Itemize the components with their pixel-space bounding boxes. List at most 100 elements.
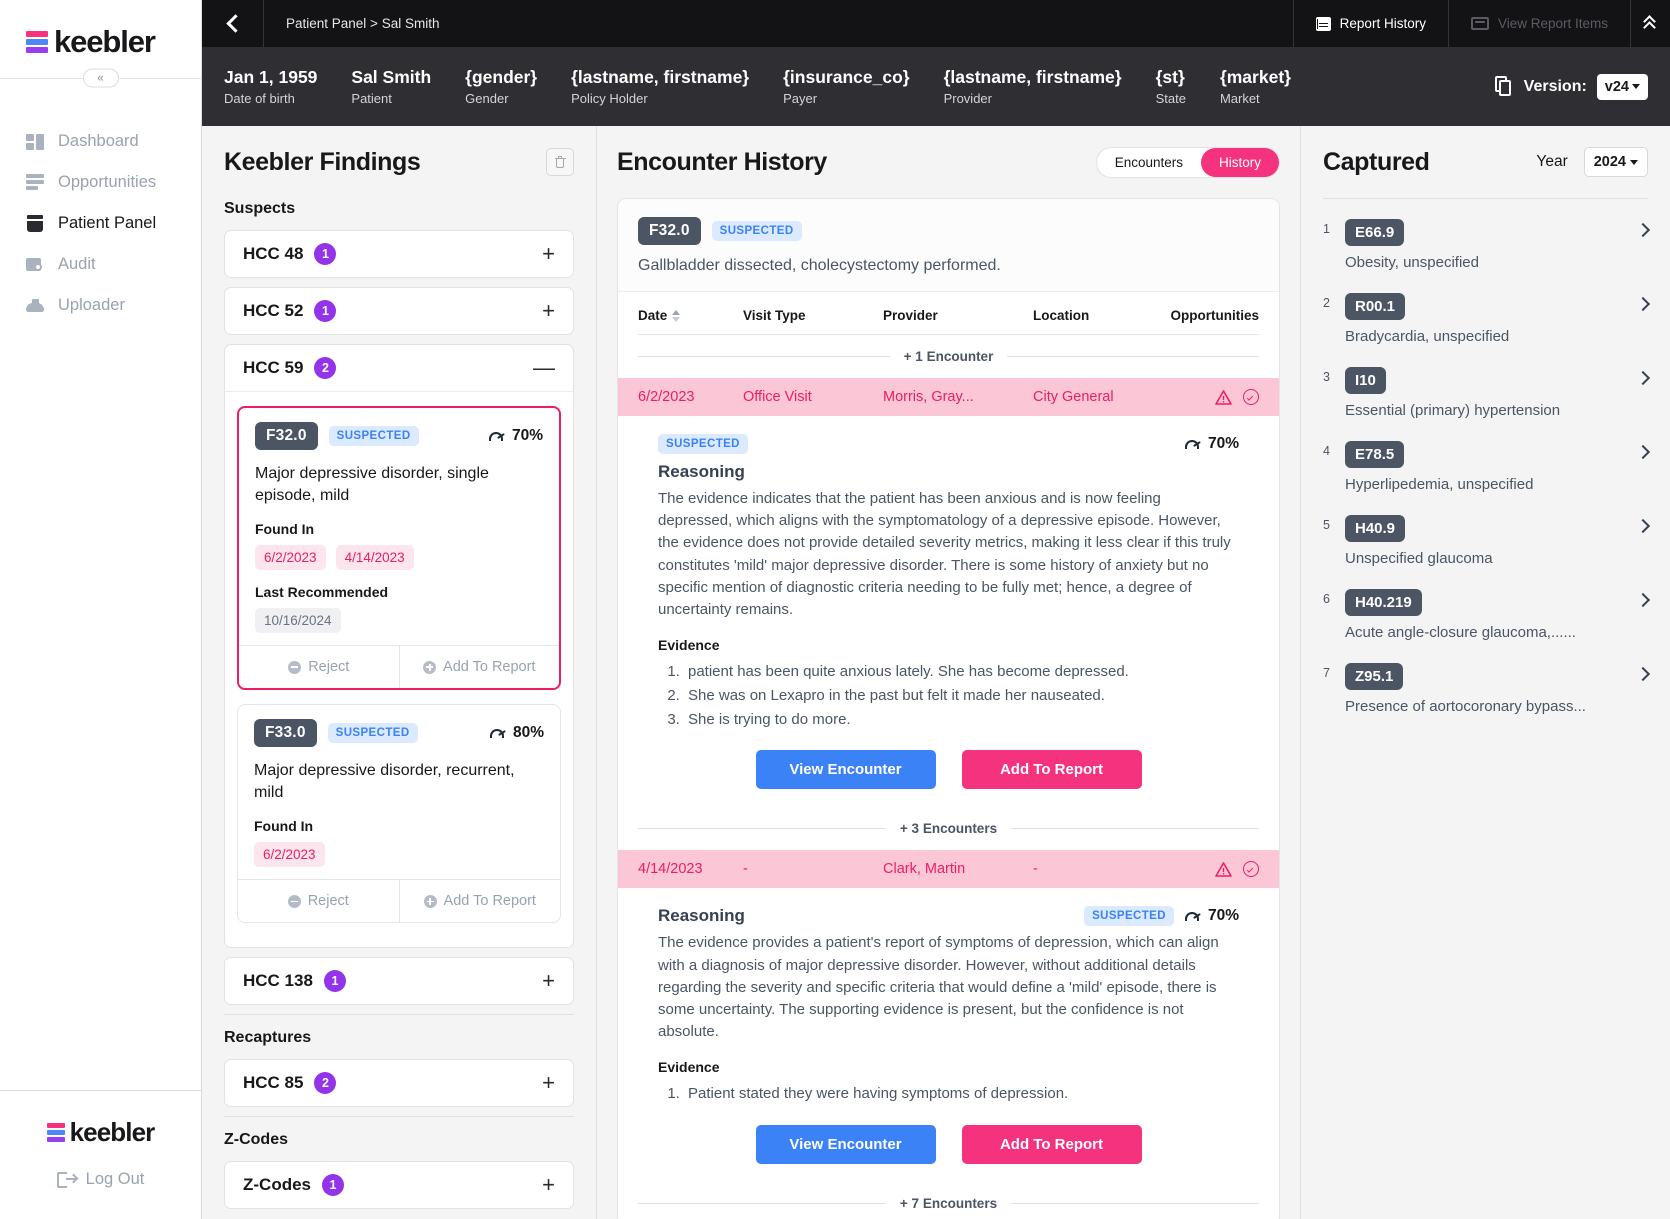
expand-toggle-icon[interactable]: + <box>542 1174 555 1196</box>
sidebar-item-dashboard[interactable]: Dashboard <box>0 121 201 162</box>
sidebar-item-patient-panel[interactable]: Patient Panel <box>0 203 201 244</box>
date-chip[interactable]: 4/14/2023 <box>335 545 414 571</box>
cell-date: 4/14/2023 <box>638 861 703 878</box>
sidebar-divider: « <box>0 68 201 88</box>
finding-card-f33[interactable]: F33.0 SUSPECTED 80% Major depressive dis… <box>237 704 561 924</box>
warning-triangle-icon[interactable] <box>1215 389 1232 405</box>
expand-item-button[interactable] <box>1626 219 1651 238</box>
expand-item-button[interactable] <box>1626 663 1651 682</box>
reasoning-status-row: SUSPECTED 70% <box>658 434 1239 454</box>
expand-item-button[interactable] <box>1626 589 1651 608</box>
keebler-findings-panel: Keebler Findings Suspects HCC 48 1 + HCC… <box>202 126 597 1219</box>
table-row[interactable]: 4/14/2023 - Clark, Martin - <box>618 850 1279 889</box>
add-to-report-button[interactable]: Add To Report <box>961 750 1142 790</box>
column-header-visit-type: Visit Type <box>743 308 806 323</box>
sidebar-item-audit[interactable]: Audit <box>0 244 201 285</box>
list-item[interactable]: 4 E78.5 Hyperlipedemia, unspecified <box>1323 435 1651 509</box>
list-item[interactable]: 6 H40.219 Acute angle-closure glaucoma,.… <box>1323 583 1651 657</box>
hcc-name: HCC 138 <box>243 971 313 991</box>
list-item[interactable]: 2 R00.1 Bradycardia, unspecified <box>1323 287 1651 361</box>
encounter-group-divider[interactable]: + 1 Encounter <box>638 335 1259 378</box>
confidence-value: 70% <box>1207 435 1239 452</box>
item-body: I10 Essential (primary) hypertension <box>1345 367 1626 419</box>
delete-findings-button[interactable] <box>546 148 574 176</box>
column-header-provider: Provider <box>883 308 938 323</box>
chevron-right-icon <box>1635 222 1651 238</box>
sidebar-item-opportunities[interactable]: Opportunities <box>0 162 201 203</box>
expand-item-button[interactable] <box>1626 293 1651 312</box>
field-value: {insurance_co} <box>783 67 910 88</box>
hcc-row-138[interactable]: HCC 138 1 + <box>224 957 574 1006</box>
expand-toggle-icon[interactable]: + <box>542 300 555 322</box>
hcc-row-52[interactable]: HCC 52 1 + <box>224 287 574 335</box>
add-to-report-button[interactable]: Add To Report <box>961 1125 1142 1165</box>
documents-icon <box>1494 76 1514 97</box>
evidence-list: patient has been quite anxious lately. S… <box>684 661 1239 730</box>
item-body: Z95.1 Presence of aortocoronary bypass..… <box>1345 663 1626 715</box>
finding-card-content: F32.0 SUSPECTED 70% Major depressive dis… <box>239 408 559 645</box>
keebler-logo-icon <box>26 31 48 53</box>
logout-button[interactable]: Log Out <box>56 1170 144 1189</box>
breadcrumb[interactable]: Patient Panel > Sal Smith <box>264 0 1293 47</box>
hcc-row-48[interactable]: HCC 48 1 + <box>224 230 574 278</box>
list-item[interactable]: 1 E66.9 Obesity, unspecified <box>1323 213 1651 287</box>
list-item[interactable]: 7 Z95.1 Presence of aortocoronary bypass… <box>1323 657 1651 731</box>
sidebar-collapse-button[interactable]: « <box>82 68 119 88</box>
item-number: 5 <box>1323 518 1330 532</box>
view-encounter-button[interactable]: View Encounter <box>755 1125 936 1165</box>
footer-logo: keebler <box>46 1117 155 1148</box>
sidebar-item-uploader[interactable]: Uploader <box>0 285 201 326</box>
date-chip[interactable]: 6/2/2023 <box>255 545 326 571</box>
finding-card-f32[interactable]: F32.0 SUSPECTED 70% Major depressive dis… <box>237 406 561 691</box>
expand-item-button[interactable] <box>1626 441 1651 460</box>
reasoning-block-1: SUSPECTED 70% Reasoning The evidence ind… <box>638 416 1259 807</box>
list-item[interactable]: 5 H40.9 Unspecified glaucoma <box>1323 509 1651 583</box>
diagnosis-code-chip: F32.0 <box>255 422 318 450</box>
hcc-name: Z-Codes <box>243 1175 311 1195</box>
add-to-report-button[interactable]: Add To Report <box>398 646 560 689</box>
view-encounter-button[interactable]: View Encounter <box>755 750 936 790</box>
collapse-toggle-icon[interactable]: — <box>533 357 555 379</box>
expand-item-button[interactable] <box>1626 367 1651 386</box>
tab-encounters[interactable]: Encounters <box>1097 148 1201 177</box>
encounter-group-divider[interactable]: + 3 Encounters <box>638 807 1260 850</box>
divider-line <box>638 828 886 830</box>
version-label: Version: <box>1523 77 1587 95</box>
history-title: Encounter History <box>617 147 827 176</box>
hcc-count-badge: 1 <box>314 243 337 265</box>
warning-triangle-icon[interactable] <box>1215 862 1232 877</box>
cell-opportunities <box>1168 861 1259 878</box>
report-history-button[interactable]: Report History <box>1292 0 1448 47</box>
back-button[interactable] <box>202 0 264 47</box>
table-row[interactable]: 6/2/2023 Office Visit Morris, Gray... Ci… <box>618 378 1279 416</box>
chevron-left-icon <box>225 14 245 33</box>
expand-toggle-icon[interactable]: + <box>542 1072 555 1094</box>
divider-line <box>1007 356 1259 357</box>
hcc-row-59[interactable]: HCC 59 2 — <box>224 344 574 392</box>
tab-history[interactable]: History <box>1200 147 1279 177</box>
date-chip[interactable]: 6/2/2023 <box>254 842 325 868</box>
hcc-row-zcodes[interactable]: Z-Codes 1 + <box>224 1161 574 1210</box>
found-in-label: Found In <box>255 521 315 538</box>
hcc-row-85[interactable]: HCC 85 2 + <box>224 1059 574 1108</box>
reasoning-title: Reasoning <box>658 906 745 926</box>
patient-info-bar: Jan 1, 1959 Date of birth Sal Smith Pati… <box>202 47 1670 126</box>
column-header-date[interactable]: Date <box>638 308 743 323</box>
expand-toggle-icon[interactable]: + <box>542 243 555 265</box>
collapse-header-button[interactable] <box>1630 0 1670 47</box>
reject-button[interactable]: Reject <box>238 880 399 922</box>
year-dropdown[interactable]: 2024 <box>1583 147 1648 177</box>
check-circle-icon[interactable] <box>1243 389 1259 405</box>
expand-item-button[interactable] <box>1626 515 1651 534</box>
sidebar-footer: keebler Log Out <box>0 1090 201 1219</box>
reject-button[interactable]: Reject <box>239 646 399 688</box>
check-circle-icon[interactable] <box>1243 861 1259 878</box>
list-item[interactable]: 3 I10 Essential (primary) hypertension <box>1323 361 1651 435</box>
version-dropdown[interactable]: v24 <box>1596 73 1648 100</box>
view-report-items-button[interactable]: View Report Items <box>1447 0 1630 47</box>
encounter-group-divider-footer[interactable]: + 7 Encounters <box>638 1182 1260 1219</box>
add-to-report-button[interactable]: Add To Report <box>398 880 561 923</box>
gauge-icon <box>489 727 508 740</box>
expand-toggle-icon[interactable]: + <box>542 970 555 992</box>
logo-text: keebler <box>54 24 156 59</box>
